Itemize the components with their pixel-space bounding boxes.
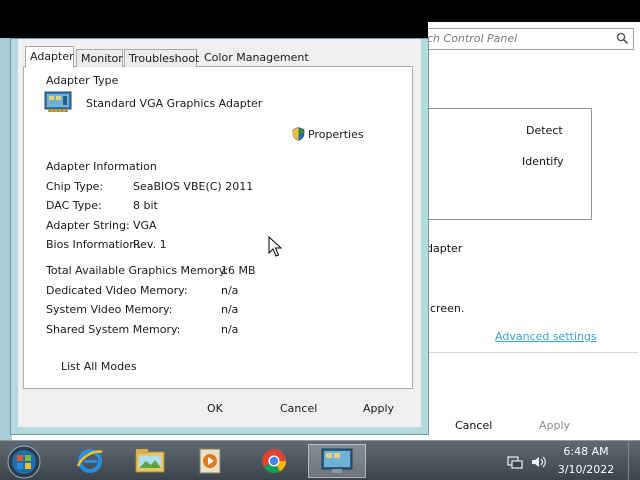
clock-time[interactable]: 6:48 AM bbox=[556, 445, 616, 458]
display-adapter-icon bbox=[44, 91, 72, 112]
bg-cancel-button[interactable]: Cancel bbox=[455, 419, 492, 432]
volume-icon[interactable] bbox=[531, 455, 547, 469]
network-icon[interactable] bbox=[507, 455, 523, 469]
shared-memory-label: Shared System Memory: bbox=[46, 323, 181, 336]
tab-adapter[interactable]: Adapter bbox=[25, 46, 74, 68]
detect-button[interactable]: Detect bbox=[526, 124, 563, 137]
bios-info-value: Rev. 1 bbox=[133, 238, 167, 251]
taskbar-internet-explorer[interactable] bbox=[70, 444, 110, 478]
adapter-string-label: Adapter String: bbox=[46, 219, 130, 232]
tab-color-management[interactable]: Color Management bbox=[200, 49, 309, 67]
chip-type-value: SeaBIOS VBE(C) 2011 bbox=[133, 180, 254, 193]
taskbar-control-panel[interactable] bbox=[308, 444, 366, 478]
adapter-info-heading: Adapter Information bbox=[46, 160, 157, 173]
dac-type-label: DAC Type: bbox=[46, 199, 102, 212]
cancel-button[interactable]: Cancel bbox=[280, 402, 317, 415]
shared-memory-value: n/a bbox=[221, 323, 239, 336]
tab-monitor[interactable]: Monitor bbox=[76, 49, 123, 67]
adapter-string-value: VGA bbox=[133, 219, 157, 232]
identify-button[interactable]: Identify bbox=[522, 155, 564, 168]
uac-shield-icon bbox=[292, 127, 305, 141]
bg-apply-button: Apply bbox=[539, 419, 571, 432]
apply-button[interactable]: Apply bbox=[363, 402, 394, 415]
internet-explorer-icon bbox=[76, 449, 103, 473]
screen-text-fragment: creen. bbox=[430, 302, 465, 315]
display-arrangement-box bbox=[428, 108, 592, 220]
start-button-icon[interactable] bbox=[5, 444, 43, 480]
chrome-icon bbox=[262, 449, 286, 474]
advanced-settings-link[interactable]: Advanced settings bbox=[495, 330, 597, 343]
system-memory-label: System Video Memory: bbox=[46, 303, 173, 316]
search-placeholder: ch Control Panel bbox=[427, 32, 518, 45]
chip-type-label: Chip Type: bbox=[46, 180, 104, 193]
adapter-name: Standard VGA Graphics Adapter bbox=[86, 97, 263, 110]
file-explorer-icon bbox=[135, 449, 165, 473]
total-memory-value: 16 MB bbox=[221, 264, 256, 277]
adapter-type-heading: Adapter Type bbox=[46, 74, 119, 87]
search-input[interactable]: ch Control Panel bbox=[420, 28, 634, 50]
taskbar-media-player[interactable] bbox=[190, 444, 230, 478]
control-panel-icon bbox=[321, 448, 353, 473]
ok-button[interactable]: OK bbox=[207, 402, 223, 415]
bg-divider bbox=[428, 352, 638, 353]
dedicated-memory-value: n/a bbox=[221, 284, 239, 297]
system-memory-value: n/a bbox=[221, 303, 239, 316]
clock-date[interactable]: 3/10/2022 bbox=[556, 463, 616, 476]
dialog-title-bar bbox=[0, 0, 428, 38]
show-desktop-button[interactable] bbox=[628, 440, 640, 480]
taskbar-chrome[interactable] bbox=[254, 444, 294, 478]
dedicated-memory-label: Dedicated Video Memory: bbox=[46, 284, 188, 297]
media-player-icon bbox=[199, 448, 221, 474]
mouse-cursor-icon bbox=[268, 236, 282, 257]
total-memory-label: Total Available Graphics Memory: bbox=[46, 264, 229, 277]
dac-type-value: 8 bit bbox=[133, 199, 158, 212]
taskbar-file-explorer[interactable] bbox=[130, 444, 170, 478]
search-icon[interactable] bbox=[616, 32, 629, 45]
bios-info-label: Bios Information: bbox=[46, 238, 140, 251]
adapter-text-fragment: dapter bbox=[426, 242, 463, 255]
properties-button[interactable]: Properties bbox=[308, 128, 364, 141]
tab-troubleshoot[interactable]: Troubleshoot bbox=[124, 49, 199, 67]
list-all-modes-button[interactable]: List All Modes bbox=[61, 360, 137, 373]
